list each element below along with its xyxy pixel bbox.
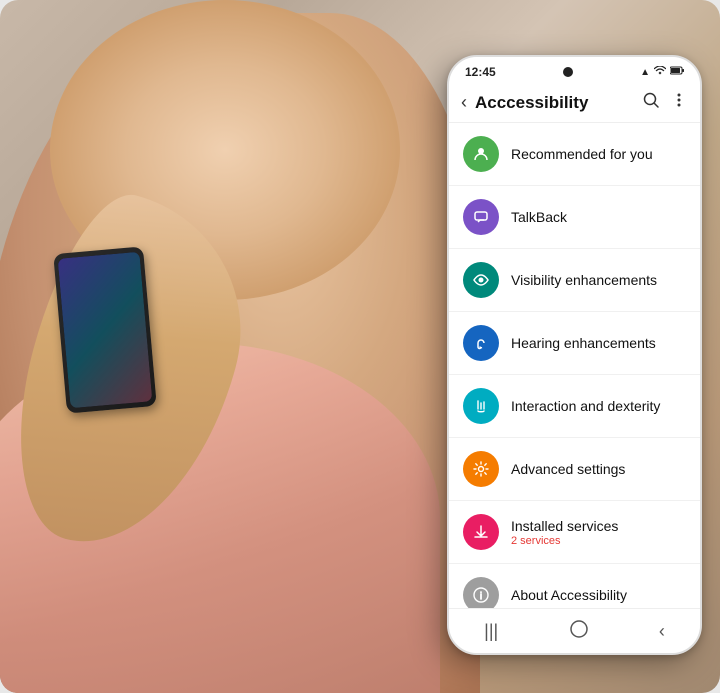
bottom-nav: ||| ‹ [449, 608, 700, 653]
menu-text-recommended: Recommended for you [511, 146, 686, 162]
menu-icon-advanced [463, 451, 499, 487]
back-button[interactable]: ‹ [461, 92, 467, 113]
menu-text-talkback: TalkBack [511, 209, 686, 225]
menu-item-talkback[interactable]: TalkBack [449, 186, 700, 249]
search-button[interactable] [642, 91, 660, 114]
menu-text-hearing: Hearing enhancements [511, 335, 686, 351]
battery-icon [670, 66, 684, 78]
menu-item-hearing[interactable]: Hearing enhancements [449, 312, 700, 375]
menu-text-installed: Installed services 2 services [511, 518, 686, 547]
status-icons: ▲ [640, 66, 684, 79]
menu-icon-interaction [463, 388, 499, 424]
back-nav-button[interactable]: ‹ [659, 621, 665, 642]
status-time: 12:45 [465, 65, 496, 79]
menu-icon-hearing [463, 325, 499, 361]
menu-sub-installed: 2 services [511, 535, 686, 547]
recent-apps-button[interactable]: ||| [484, 621, 498, 642]
menu-icon-visibility [463, 262, 499, 298]
menu-label-visibility: Visibility enhancements [511, 272, 686, 288]
top-bar: ‹ Acccessibility [449, 83, 700, 123]
menu-text-advanced: Advanced settings [511, 461, 686, 477]
menu-label-recommended: Recommended for you [511, 146, 686, 162]
menu-icon-recommended [463, 136, 499, 172]
menu-icon-talkback [463, 199, 499, 235]
wifi-icon [654, 66, 666, 79]
menu-item-visibility[interactable]: Visibility enhancements [449, 249, 700, 312]
menu-label-advanced: Advanced settings [511, 461, 686, 477]
home-button[interactable] [569, 619, 589, 644]
menu-item-interaction[interactable]: Interaction and dexterity [449, 375, 700, 438]
menu-icon-installed [463, 514, 499, 550]
menu-label-hearing: Hearing enhancements [511, 335, 686, 351]
camera-notch [563, 67, 573, 77]
menu-label-interaction: Interaction and dexterity [511, 398, 686, 414]
menu-label-talkback: TalkBack [511, 209, 686, 225]
menu-text-interaction: Interaction and dexterity [511, 398, 686, 414]
page-title: Acccessibility [475, 93, 642, 113]
menu-item-advanced[interactable]: Advanced settings [449, 438, 700, 501]
menu-item-installed[interactable]: Installed services 2 services [449, 501, 700, 564]
menu-text-about: About Accessibility [511, 587, 686, 603]
status-bar: 12:45 ▲ [449, 57, 700, 83]
menu-text-visibility: Visibility enhancements [511, 272, 686, 288]
signal-icon: ▲ [640, 67, 650, 78]
menu-item-recommended[interactable]: Recommended for you [449, 123, 700, 186]
phone-mockup: 12:45 ▲ ‹ Acccessibility [447, 55, 702, 655]
menu-label-about: About Accessibility [511, 587, 686, 603]
held-phone [53, 246, 157, 413]
menu-label-installed: Installed services [511, 518, 686, 534]
menu-list: Recommended for you TalkBack Visibility … [449, 123, 700, 624]
more-button[interactable] [670, 91, 688, 114]
